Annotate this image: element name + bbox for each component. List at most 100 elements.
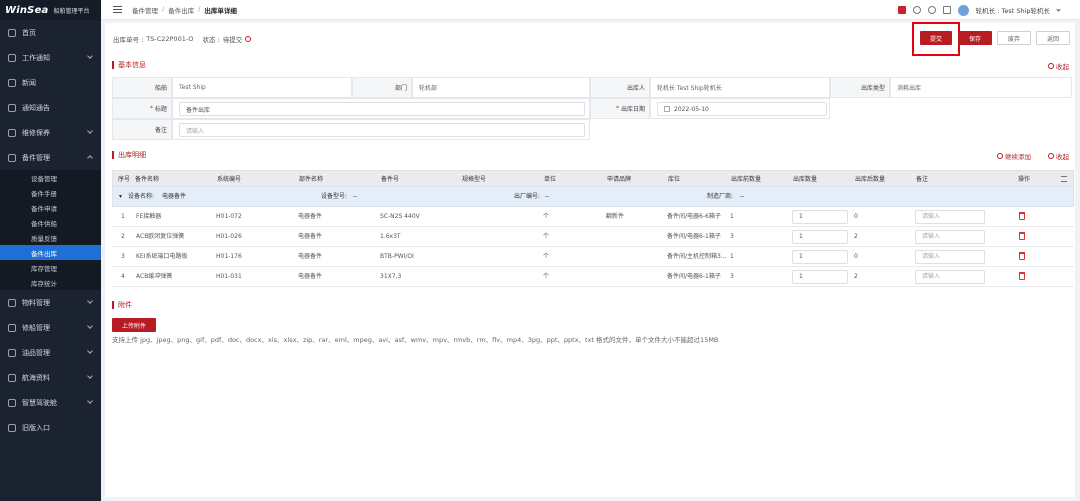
- qty-input[interactable]: 1: [792, 210, 848, 224]
- help-icon[interactable]: [927, 6, 936, 14]
- col-header: 出库前数量: [731, 176, 762, 183]
- sidebar-subitem-outbound[interactable]: 备件出库: [0, 245, 101, 260]
- expand-icon[interactable]: ▾: [119, 187, 122, 207]
- back-button[interactable]: 返回: [1036, 31, 1070, 45]
- spare-parts-submenu: 设备管理 备件手册 备件申请 备件供船 质量反馈 备件出库 库存管理 库存统计: [0, 170, 101, 290]
- remark-label: 备注: [112, 119, 172, 140]
- chevron-down-icon: [87, 373, 93, 379]
- column-settings-icon[interactable]: [1061, 176, 1067, 182]
- upload-hint: 支持上传 jpg、jpeg、png、gif、pdf、doc、docx、xls、x…: [112, 336, 719, 344]
- device-group-row[interactable]: ▾ 设备名称: 电器备件 设备型号: -- 出厂编号: -- 制造厂商: --: [112, 187, 1074, 207]
- cell-part: 电器备件: [298, 253, 323, 260]
- breadcrumb-item[interactable]: 备件出库: [168, 5, 194, 15]
- sidebar-item-spare-parts[interactable]: 备件管理: [0, 145, 101, 170]
- logo-text: WinSea: [5, 4, 49, 16]
- factory-no: --: [545, 193, 550, 200]
- cell-before: 3: [730, 233, 734, 240]
- spare-parts-icon: [8, 153, 16, 162]
- delete-icon[interactable]: [1019, 252, 1025, 260]
- basic-info-collapse[interactable]: 收起: [1048, 61, 1069, 71]
- sidebar-item-legacy[interactable]: 旧版入口: [0, 415, 101, 440]
- cell-name: ACB缓冲弹簧: [136, 273, 173, 280]
- upload-button[interactable]: 上传附件: [112, 318, 156, 332]
- collapse-label: 收起: [1056, 63, 1069, 71]
- sidebar-subitem-supply[interactable]: 备件供船: [0, 215, 101, 230]
- collapse-icon: [1048, 153, 1054, 159]
- avatar[interactable]: [957, 4, 969, 16]
- sidebar-item-work-notice[interactable]: 工作通知: [0, 45, 101, 70]
- breadcrumb-item[interactable]: 备件管理: [132, 5, 158, 15]
- fullscreen-icon[interactable]: [942, 6, 951, 14]
- delete-icon[interactable]: [1019, 232, 1025, 240]
- status-info-icon[interactable]: [245, 36, 252, 42]
- cockpit-icon: [8, 398, 16, 407]
- continue-add-button[interactable]: 继续添加: [997, 151, 1031, 161]
- remark-input[interactable]: 请输入: [915, 270, 985, 284]
- delete-icon[interactable]: [1019, 272, 1025, 280]
- continue-add-label: 继续添加: [1005, 153, 1031, 161]
- collapse-icon: [1048, 63, 1054, 69]
- sidebar-subitem-manual[interactable]: 备件手册: [0, 185, 101, 200]
- cell-after: 2: [854, 273, 858, 280]
- sidebar-item-material[interactable]: 物料管理: [0, 290, 101, 315]
- cell-before: 3: [730, 273, 734, 280]
- cell-before: 1: [730, 253, 734, 260]
- save-button[interactable]: 保存: [958, 31, 992, 45]
- sidebar-item-maintenance[interactable]: 维修保养: [0, 120, 101, 145]
- remark-input[interactable]: 请输入: [915, 230, 985, 244]
- sidebar-subitem-stats[interactable]: 库存统计: [0, 275, 101, 290]
- sidebar-subitem-inventory[interactable]: 库存管理: [0, 260, 101, 275]
- sidebar-subitem-request[interactable]: 备件申请: [0, 200, 101, 215]
- delete-icon[interactable]: [1019, 212, 1025, 220]
- sidebar-item-label: 工作通知: [22, 53, 50, 62]
- qty-input[interactable]: 1: [792, 230, 848, 244]
- void-button[interactable]: 废弃: [997, 31, 1031, 45]
- sidebar-item-home[interactable]: 首页: [0, 20, 101, 45]
- sidebar-subitem-quality[interactable]: 质量反馈: [0, 230, 101, 245]
- remark-input[interactable]: 请输入: [915, 210, 985, 224]
- sidebar-item-label: 油品管理: [22, 348, 50, 357]
- chevron-down-icon: [87, 348, 93, 354]
- factory-no-label: 出厂编号:: [514, 193, 541, 200]
- breadcrumb-current: 出库单详细: [204, 6, 237, 15]
- sidebar-item-announcements[interactable]: 通知通告: [0, 95, 101, 120]
- sidebar-item-nautical[interactable]: 航海资料: [0, 365, 101, 390]
- date-label: * 出库日期: [590, 98, 650, 119]
- announce-icon: [8, 103, 16, 112]
- compass-icon[interactable]: [912, 6, 921, 14]
- cell-name: FE接触器: [136, 213, 162, 220]
- mail-icon[interactable]: [897, 6, 906, 14]
- cell-sys-no: H01-072: [216, 213, 242, 220]
- device-name: 电器备件: [162, 193, 187, 200]
- cell-after: 0: [854, 253, 858, 260]
- submit-button[interactable]: 提交: [920, 31, 952, 45]
- maker: --: [740, 193, 745, 200]
- title-input[interactable]: 备件出库: [179, 102, 585, 116]
- detail-collapse[interactable]: 收起: [1048, 151, 1069, 161]
- breadcrumb-separator: /: [198, 4, 201, 13]
- menu-toggle-icon[interactable]: [113, 6, 122, 13]
- sidebar-item-label: 物料管理: [22, 298, 50, 307]
- date-picker[interactable]: 2022-05-10: [657, 102, 827, 116]
- qty-input[interactable]: 1: [792, 270, 848, 284]
- remark-input[interactable]: 请输入: [915, 250, 985, 264]
- user-name[interactable]: 轮机长 : Test Ship轮机长: [976, 5, 1050, 15]
- sidebar-item-news[interactable]: 新闻: [0, 70, 101, 95]
- cell-no: 4: [121, 273, 125, 280]
- cell-part: 电器备件: [298, 233, 323, 240]
- col-header: 备件名称: [135, 176, 160, 183]
- qty-input[interactable]: 1: [792, 250, 848, 264]
- table-row: 1 FE接触器 H01-072 电器备件 SC-N2S 440V 个 翻新件 备…: [112, 207, 1074, 227]
- sidebar-item-oil[interactable]: 油品管理: [0, 340, 101, 365]
- sidebar-item-cockpit[interactable]: 智慧驾驶舱: [0, 390, 101, 415]
- sidebar-subitem-equipment[interactable]: 设备管理: [0, 170, 101, 185]
- table-row: 4 ACB缓冲弹簧 H01-031 电器备件 31X7.3 个 备件间/电器6-…: [112, 267, 1074, 287]
- cell-spare-no: 31X7.3: [380, 273, 402, 280]
- chevron-down-icon[interactable]: [1056, 6, 1061, 12]
- remark-input[interactable]: 请输入: [179, 123, 585, 137]
- sidebar-item-repair[interactable]: 修船管理: [0, 315, 101, 340]
- legacy-icon: [8, 423, 16, 432]
- maker-label: 制造厂商:: [707, 193, 734, 200]
- plus-circle-icon: [997, 153, 1003, 159]
- cell-part: 电器备件: [298, 213, 323, 220]
